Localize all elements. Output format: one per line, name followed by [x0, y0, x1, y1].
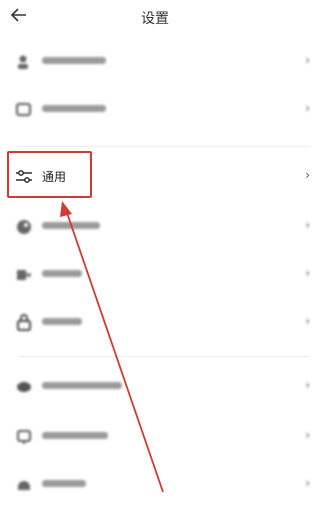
- item-label: [42, 101, 106, 115]
- highlight-box: [7, 151, 92, 198]
- page-title: 设置: [141, 11, 169, 27]
- item-label: [42, 428, 108, 442]
- chevron-right-icon: ›: [305, 266, 310, 280]
- item-label: [42, 476, 86, 490]
- lock-icon: [14, 313, 34, 333]
- chevron-right-icon: ›: [305, 314, 310, 328]
- chevron-right-icon: ›: [305, 53, 310, 67]
- settings-item-security[interactable]: ›: [0, 301, 310, 345]
- chevron-right-icon: ›: [305, 378, 310, 392]
- section-divider: [18, 356, 310, 357]
- chat-icon: [14, 100, 34, 120]
- item-label: [42, 266, 82, 280]
- settings-item-appearance[interactable]: ›: [0, 205, 310, 249]
- settings-item-account[interactable]: ›: [0, 40, 310, 84]
- chevron-right-icon: ›: [305, 218, 310, 232]
- cloud-icon: [14, 377, 34, 397]
- settings-item-permissions[interactable]: ›: [0, 415, 310, 459]
- section-divider: [18, 146, 310, 147]
- item-label: [42, 218, 100, 232]
- chevron-right-icon: ›: [305, 428, 310, 442]
- settings-item-help[interactable]: ›: [0, 463, 310, 507]
- device-icon: [14, 265, 34, 285]
- help-icon: [14, 475, 34, 495]
- top-bar: 设置: [0, 0, 310, 40]
- settings-item-storage[interactable]: ›: [0, 365, 310, 409]
- palette-icon: [14, 217, 34, 237]
- shield-icon: [14, 427, 34, 447]
- chevron-right-icon: ›: [305, 101, 310, 115]
- settings-item-privacy[interactable]: ›: [0, 88, 310, 132]
- user-icon: [14, 52, 34, 72]
- item-label: [42, 314, 82, 328]
- chevron-right-icon: ›: [305, 168, 310, 182]
- settings-item-device[interactable]: ›: [0, 253, 310, 297]
- item-label: [42, 378, 122, 392]
- item-label: [42, 53, 106, 67]
- chevron-right-icon: ›: [305, 476, 310, 490]
